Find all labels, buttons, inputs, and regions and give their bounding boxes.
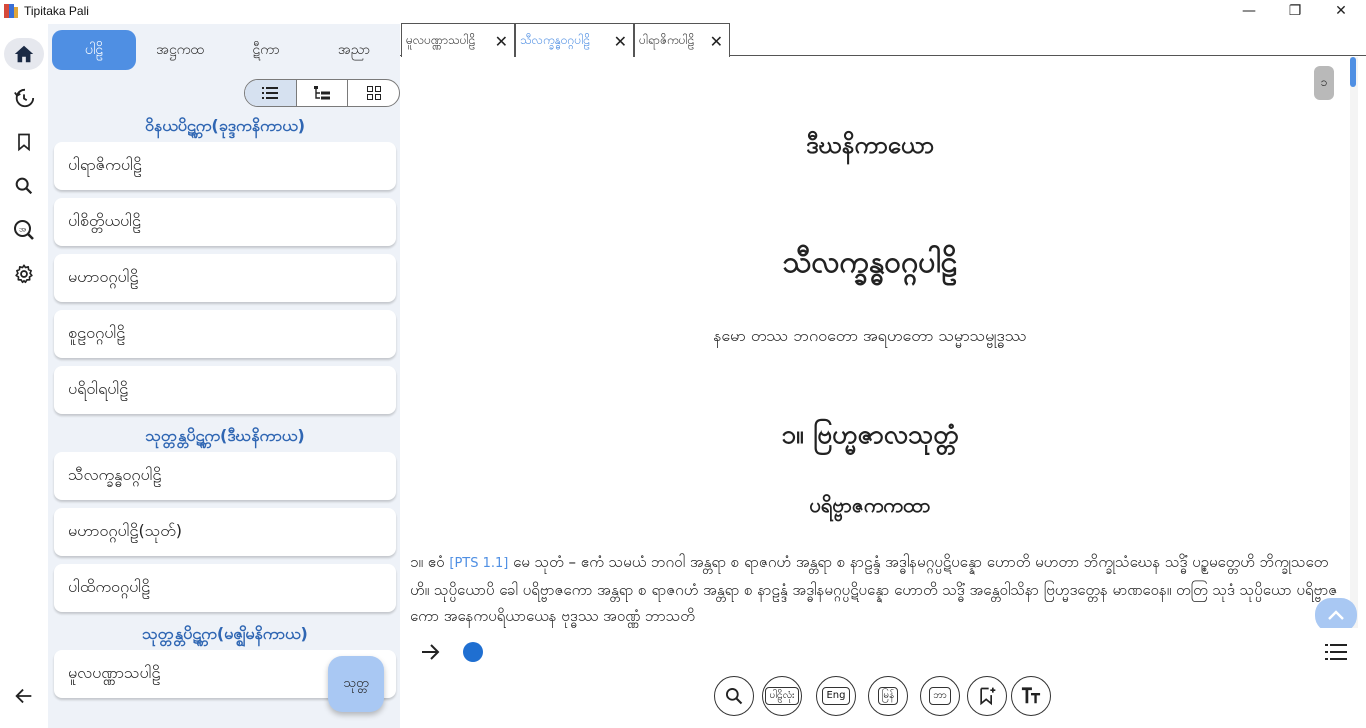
toc-list-icon xyxy=(1325,644,1347,660)
document-tab-strip: မူလပဏ္ဏာသပါဠိ ✕ သီလက္ခန္ဓဝဂ္ဂပါဠိ ✕ ပါရာ… xyxy=(400,22,1366,57)
gear-icon xyxy=(15,264,33,284)
close-tab-icon[interactable]: ✕ xyxy=(710,32,723,51)
scroll-thumb[interactable] xyxy=(1350,57,1356,87)
tab-label: သီလက္ခန္ဓဝဂ္ဂပါဠိ xyxy=(520,32,591,47)
bookmark-icon xyxy=(18,133,30,152)
text-size-icon xyxy=(1021,687,1041,704)
tab-pali[interactable]: ပါဠိ xyxy=(52,30,136,70)
reader-pane[interactable]: ဒီဃနိကာယော သီလက္ခန္ဓဝဂ္ဂပါဠိ နမော တဿ ဘဂဝ… xyxy=(400,57,1352,628)
bookmarks-button[interactable] xyxy=(4,126,44,158)
reader-bottom-bar: ပါဠိလုံး Eng မြန် ဘာ xyxy=(400,628,1366,728)
book-heading: သီလက္ခန္ဓဝဂ္ဂပါဠိ xyxy=(782,245,958,280)
bookmark-add-icon xyxy=(980,687,996,706)
add-bookmark-button[interactable] xyxy=(967,676,1007,716)
pali-words-button[interactable]: ပါဠိလုံး xyxy=(762,676,802,716)
tab-anna[interactable]: အညာ xyxy=(312,30,396,70)
list-item[interactable]: ပါထိကဝဂ္ဂပါဠိ xyxy=(54,564,396,612)
chevron-up-icon xyxy=(1328,610,1344,620)
restore-button[interactable]: ❐ xyxy=(1272,0,1318,22)
list-item[interactable]: မဟာဝဂ္ဂပါဠိ(သုတ်) xyxy=(54,508,396,556)
list-item[interactable]: မဟာဝဂ္ဂပါဠိ xyxy=(54,254,396,302)
section-heading-vinaya: ဝိနယပိဋ္ကက(ခုဒ္ဒကနိကာယ) xyxy=(144,116,306,135)
arrow-right-icon xyxy=(422,644,440,660)
tab-parajika[interactable]: ပါရာဇိကပါဠိ ✕ xyxy=(634,23,730,57)
window-title: Tipitaka Pali xyxy=(24,4,89,18)
tree-view-button[interactable] xyxy=(297,80,349,106)
svg-text:အ: အ xyxy=(19,225,26,234)
title-bar: Tipitaka Pali — ❐ ✕ xyxy=(0,0,1366,24)
script-button[interactable]: ဘာ xyxy=(920,676,960,716)
reader-scrollbar[interactable] xyxy=(1350,57,1358,628)
list-item[interactable]: ပရိဝါရပါဠိ xyxy=(54,366,396,414)
icon-rail: အ xyxy=(0,24,48,728)
paragraph-text: မေ သုတံ – ဧကံ သမယံ ဘဂဝါ အန္တရာ စ ရာဇဂဟံ … xyxy=(410,553,1338,625)
search-icon xyxy=(726,688,743,705)
view-mode-toggle xyxy=(244,79,400,107)
myanmar-label: မြန် xyxy=(877,687,899,705)
paragraph: ၁။ ဧဝံ [PTS 1.1] မေ သုတံ – ဧကံ သမယံ ဘဂဝါ… xyxy=(410,549,1340,628)
page-slider-handle[interactable] xyxy=(463,642,483,662)
search-button[interactable] xyxy=(4,170,44,202)
tab-atthakatha[interactable]: အဋ္ဌကထ xyxy=(138,30,222,70)
myanmar-button[interactable]: မြန် xyxy=(868,676,908,716)
sutta-heading: ၁။ ဗြဟ္မဇာလသုတ္တံ xyxy=(781,420,959,450)
english-label: Eng xyxy=(822,687,850,705)
tab-label: ပါရာဇိကပါဠိ xyxy=(639,32,695,47)
scroll-to-top-button[interactable] xyxy=(1315,598,1357,632)
pali-words-label: ပါဠိလုံး xyxy=(765,687,799,705)
tab-tika[interactable]: ဋီကာ xyxy=(224,30,308,70)
list-item[interactable]: စူဠဝဂ္ဂပါဠိ xyxy=(54,310,396,358)
home-button[interactable] xyxy=(4,38,44,70)
paragraph-number: ၁။ ဧဝံ xyxy=(410,553,445,571)
book-sidebar: ပါဠိ အဋ္ဌကထ ဋီကာ အညာ ဝိနယပိဋ္ကက(ခုဒ္ဒကနိ… xyxy=(48,24,400,728)
app-logo-icon xyxy=(4,4,18,18)
dictionary-icon: အ xyxy=(14,220,34,240)
list-item[interactable]: ပါစိတ္တိယပါဠိ xyxy=(54,198,396,246)
sutta-fab-button[interactable]: သုတ္တ xyxy=(328,656,384,712)
font-size-button[interactable] xyxy=(1011,676,1051,716)
table-of-contents-button[interactable] xyxy=(1324,640,1348,664)
search-icon xyxy=(15,177,33,195)
settings-button[interactable] xyxy=(4,258,44,290)
close-tab-icon[interactable]: ✕ xyxy=(614,32,627,51)
close-tab-icon[interactable]: ✕ xyxy=(495,32,508,51)
nikaya-heading: ဒီဃနိကာယော xyxy=(806,131,934,159)
namo-line: နမော တဿ ဘဂဝတော အရဟတော သမ္မာသမ္ဗုဒ္ဓဿ xyxy=(713,326,1027,345)
list-item[interactable]: သီလက္ခန္ဓဝဂ္ဂပါဠိ xyxy=(54,452,396,500)
section-heading-digha: သုတ္တန္တပိဋ္ကက(ဒီဃနိကာယ) xyxy=(145,426,305,445)
list-view-button[interactable] xyxy=(245,80,297,106)
tree-view-icon xyxy=(314,86,330,100)
home-icon xyxy=(14,45,34,63)
page-number-badge: ၁ xyxy=(1314,66,1334,100)
tab-label: မူလပဏ္ဏာသပါဠိ xyxy=(406,32,476,47)
section-heading-majjhima: သုတ္တန္တပိဋ္ကက(မဇ္ဈိမနိကာယ) xyxy=(142,624,308,643)
tab-mulapannasa[interactable]: မူလပဏ္ဏာသပါဠိ ✕ xyxy=(401,23,515,57)
dictionary-button[interactable]: အ xyxy=(4,214,44,246)
book-list: ဝိနယပိဋ္ကက(ခုဒ္ဒကနိကာယ) ပါရာဇိကပါဠိ ပါစိ… xyxy=(54,112,396,706)
history-button[interactable] xyxy=(4,82,44,114)
search-in-book-button[interactable] xyxy=(714,676,754,716)
grid-view-icon xyxy=(366,86,381,100)
category-tabs: ပါဠိ အဋ္ဌကထ ဋီကာ အညာ xyxy=(52,30,396,70)
history-icon xyxy=(14,88,35,108)
script-label: ဘာ xyxy=(929,687,951,705)
minimize-button[interactable]: — xyxy=(1226,0,1272,22)
grid-view-button[interactable] xyxy=(348,80,399,106)
close-window-button[interactable]: ✕ xyxy=(1318,0,1364,22)
list-view-icon xyxy=(262,87,279,99)
list-item[interactable]: ပါရာဇိကပါဠိ xyxy=(54,142,396,190)
go-to-page-button[interactable] xyxy=(418,640,442,664)
pts-reference-link[interactable]: [PTS 1.1] xyxy=(449,556,508,571)
arrow-left-icon xyxy=(15,688,32,704)
tab-silakkhandha[interactable]: သီလက္ခန္ဓဝဂ္ဂပါဠိ ✕ xyxy=(515,23,634,57)
sub-heading: ပရိဗ္ဗာဇကကထာ xyxy=(809,493,931,517)
collapse-sidebar-button[interactable] xyxy=(4,680,44,712)
english-button[interactable]: Eng xyxy=(816,676,856,716)
